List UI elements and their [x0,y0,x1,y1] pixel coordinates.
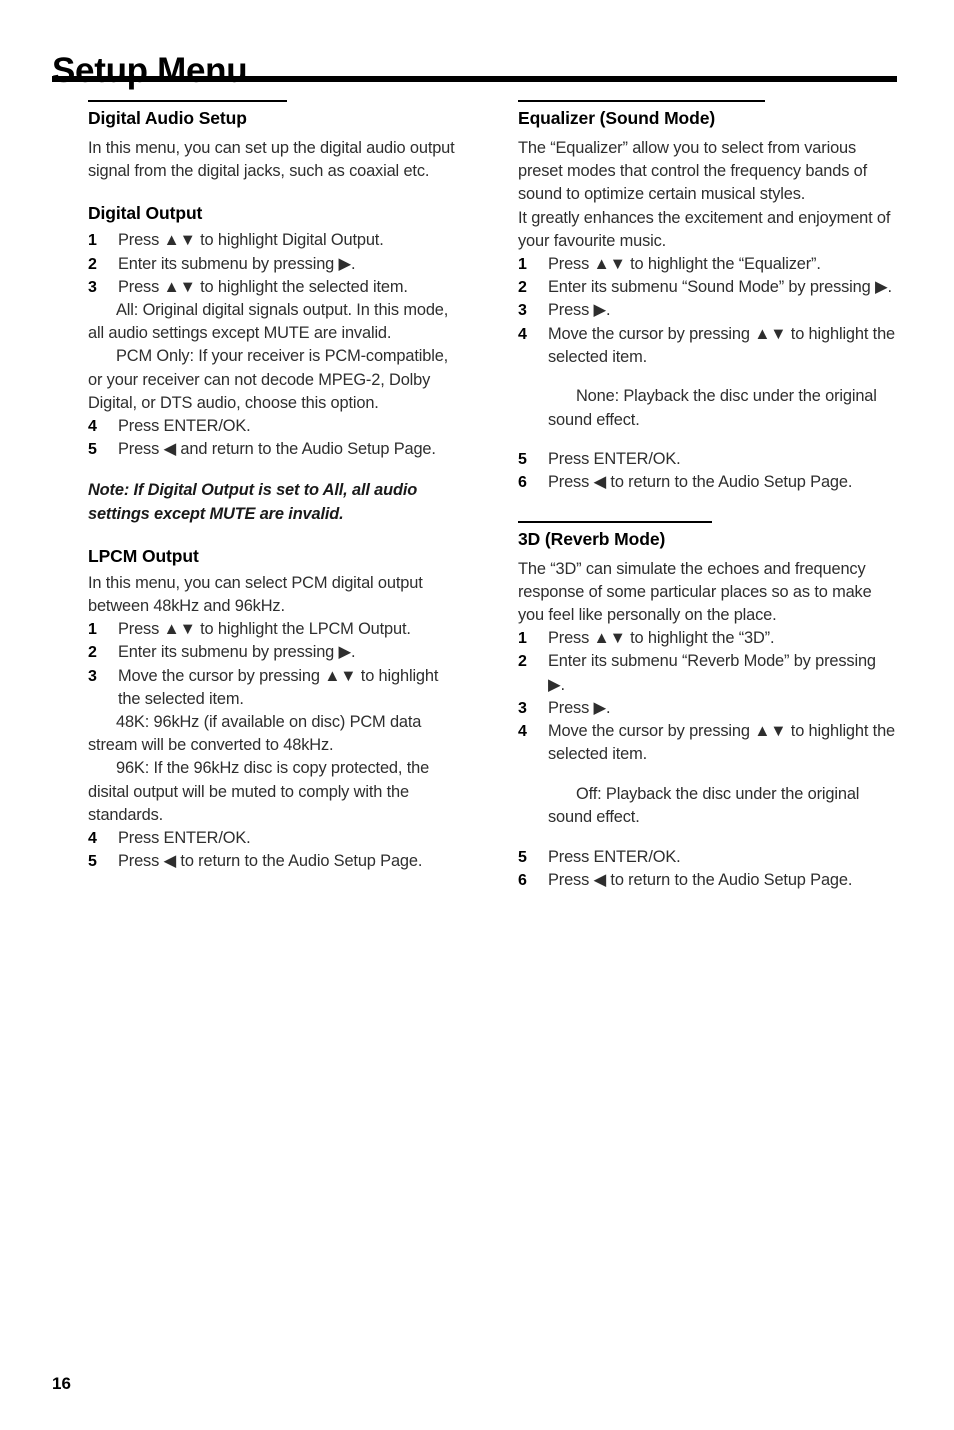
list-item: 5 Press ◀ to return to the Audio Setup P… [88,850,464,873]
left-column: Digital Audio Setup In this menu, you ca… [88,100,464,873]
step-number: 4 [518,325,527,343]
heading-digital-output: Digital Output [88,203,203,224]
paragraph-equalizer-intro-1: The “Equalizer” allow you to select from… [518,139,868,204]
step-text: Press ◀ to return to the Audio Setup Pag… [548,870,853,889]
step-text: Enter its submenu by pressing ▶. [118,254,356,273]
list-item: 4 Move the cursor by pressing ▲▼ to high… [518,720,896,766]
step-number: 3 [518,699,527,717]
step-text: Press ▶. [548,698,611,717]
step-number: 4 [88,830,97,848]
step-number: 6 [518,474,527,492]
step-number: 2 [88,255,97,273]
heading-digital-audio-setup: Digital Audio Setup [88,100,464,129]
step-text: Press ▲▼ to highlight the “3D”. [548,629,775,648]
step-number: 3 [88,278,97,296]
list-item: 3 Press ▶. [518,697,896,720]
document-page: Setup Menu Digital Audio Setup In this m… [0,0,954,1430]
list-item: 3 Move the cursor by pressing ▲▼ to high… [88,665,464,711]
heading-rule [518,520,712,523]
heading-3d-reverb: 3D (Reverb Mode) [518,520,896,550]
right-column: Equalizer (Sound Mode) The “Equalizer” a… [518,100,896,892]
list-item: 2 Enter its submenu by pressing ▶. [88,641,464,664]
step-text: Press ENTER/OK. [548,450,681,469]
step-text: Move the cursor by pressing ▲▼ to highli… [118,666,439,708]
list-item: 2 Enter its submenu by pressing ▶. [88,253,464,276]
step-text: Enter its submenu “Reverb Mode” by press… [548,652,876,694]
list-item: 3 Press ▶. [518,299,896,322]
option-description-all: All: Original digital signals output. In… [88,301,449,343]
list-item: 4 Move the cursor by pressing ▲▼ to high… [518,323,896,369]
step-number: 2 [88,644,97,662]
list-item: 6 Press ◀ to return to the Audio Setup P… [518,869,896,892]
page-title: Setup Menu [52,51,248,91]
step-number: 1 [518,630,527,648]
option-description-48k: 48K: 96kHz (if available on disc) PCM da… [88,713,422,755]
step-number: 5 [518,451,527,469]
step-number: 2 [518,653,527,671]
list-item: 3 Press ▲▼ to highlight the selected ite… [88,276,464,299]
option-description-off: Off: Playback the disc under the origina… [548,784,860,827]
step-number: 3 [518,302,527,320]
step-number: 1 [88,232,97,250]
list-item: 4 Press ENTER/OK. [88,415,464,438]
step-number: 1 [518,256,527,274]
step-text: Move the cursor by pressing ▲▼ to highli… [548,324,896,366]
step-text: Press ▶. [548,301,611,320]
title-divider [52,76,897,82]
option-description-96k: 96K: If the 96kHz disc is copy protected… [88,759,430,824]
step-text: Press ◀ to return to the Audio Setup Pag… [118,852,423,871]
list-item: 1 Press ▲▼ to highlight Digital Output. [88,229,464,252]
step-text: Press ▲▼ to highlight Digital Output. [118,231,384,250]
option-description-pcm-only: PCM Only: If your receiver is PCM-compat… [88,347,449,412]
paragraph-reverb-intro: The “3D” can simulate the echoes and fre… [518,559,872,625]
list-item: 1 Press ▲▼ to highlight the LPCM Output. [88,618,464,641]
list-item: 6 Press ◀ to return to the Audio Setup P… [518,471,896,494]
heading-equalizer-label: Equalizer (Sound Mode) [518,108,716,128]
step-text: Press ENTER/OK. [118,417,251,436]
heading-lpcm-output: LPCM Output [88,545,199,566]
heading-3d-reverb-label: 3D (Reverb Mode) [518,528,666,549]
step-number: 6 [518,871,527,889]
step-text: Press ENTER/OK. [548,847,681,866]
heading-equalizer: Equalizer (Sound Mode) [518,100,896,129]
step-number: 2 [518,279,527,297]
step-number: 3 [88,667,97,685]
list-item: 1 Press ▲▼ to highlight the “Equalizer”. [518,253,896,276]
paragraph-digital-audio-intro: In this menu, you can set up the digital… [88,139,455,181]
page-number: 16 [52,1374,71,1393]
step-number: 5 [88,441,97,459]
heading-digital-audio-setup-label: Digital Audio Setup [88,108,247,128]
step-number: 4 [88,418,97,436]
list-item: 5 Press ◀ and return to the Audio Setup … [88,438,464,461]
note-digital-output: Note: If Digital Output is set to All, a… [88,481,418,523]
option-description-none: None: Playback the disc under the origin… [548,387,877,429]
step-number: 1 [88,621,97,639]
step-text: Press ◀ to return to the Audio Setup Pag… [548,473,853,492]
paragraph-equalizer-intro-2: It greatly enhances the excitement and e… [518,208,891,250]
step-text: Press ▲▼ to highlight the “Equalizer”. [548,255,821,274]
step-text: Press ▲▼ to highlight the LPCM Output. [118,620,411,639]
step-number: 5 [518,848,527,866]
list-item: 4 Press ENTER/OK. [88,827,464,850]
step-text: Press ◀ and return to the Audio Setup Pa… [118,440,436,459]
paragraph-lpcm-intro: In this menu, you can select PCM digital… [88,573,423,616]
step-text: Enter its submenu by pressing ▶. [118,643,356,662]
step-number: 5 [88,853,97,871]
list-item: 2 Enter its submenu “Sound Mode” by pres… [518,276,896,299]
list-item: 1 Press ▲▼ to highlight the “3D”. [518,627,896,650]
heading-rule [518,100,765,102]
list-item: 5 Press ENTER/OK. [518,846,896,869]
step-text: Move the cursor by pressing ▲▼ to highli… [548,722,896,764]
step-text: Press ENTER/OK. [118,829,251,848]
list-item: 5 Press ENTER/OK. [518,448,896,471]
list-item: 2 Enter its submenu “Reverb Mode” by pre… [518,650,896,696]
step-text: Enter its submenu “Sound Mode” by pressi… [548,278,892,297]
heading-rule [88,100,287,102]
step-number: 4 [518,723,527,741]
step-text: Press ▲▼ to highlight the selected item. [118,277,408,296]
